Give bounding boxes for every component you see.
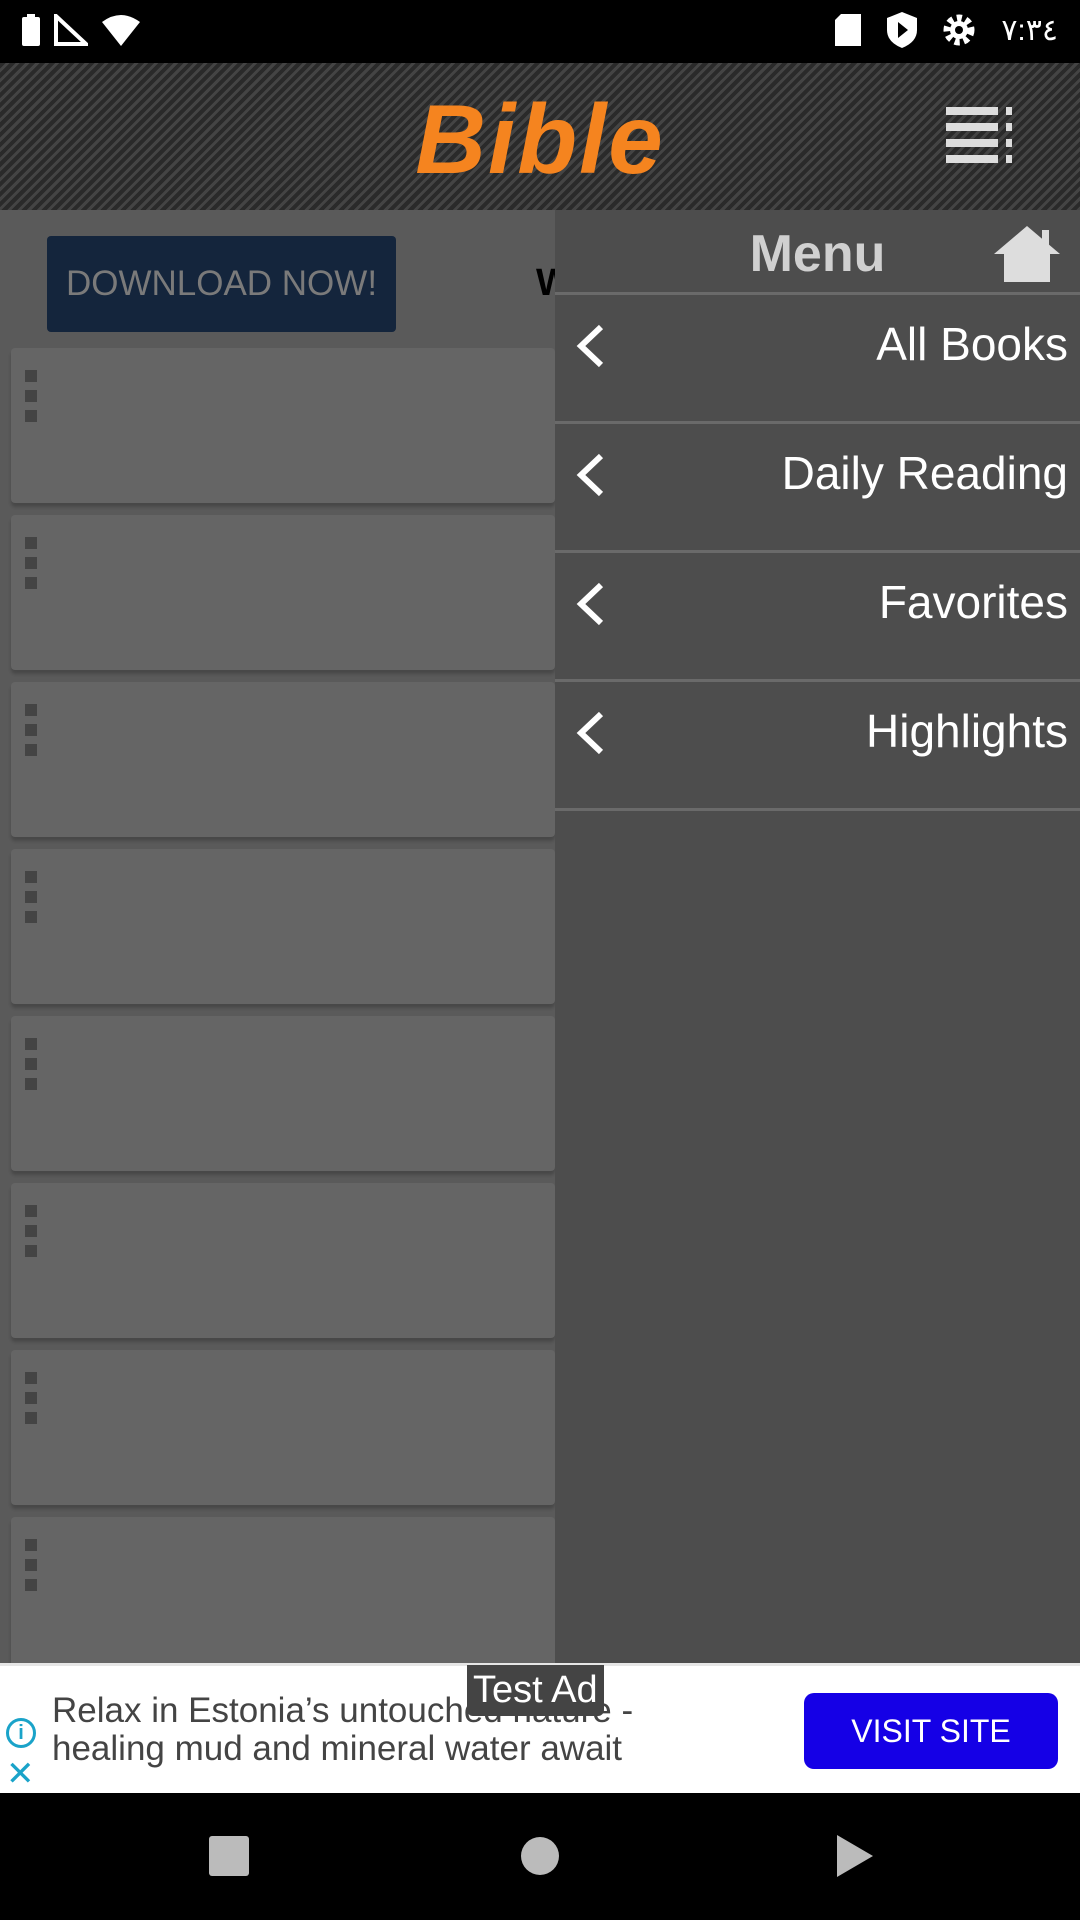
info-icon[interactable]: i bbox=[6, 1718, 36, 1748]
list-card[interactable] bbox=[11, 348, 555, 503]
shield-play-icon bbox=[887, 12, 918, 48]
download-now-button[interactable]: DOWNLOAD NOW! bbox=[47, 236, 396, 332]
back-icon[interactable] bbox=[835, 1833, 875, 1879]
more-vert-icon[interactable] bbox=[25, 704, 38, 764]
list-card[interactable] bbox=[11, 1183, 555, 1338]
ad-banner[interactable]: i ✕ Relax in Estonia’s untouched nature … bbox=[0, 1663, 1080, 1793]
home-circle-icon[interactable] bbox=[520, 1836, 560, 1876]
list-card[interactable] bbox=[11, 849, 555, 1004]
chevron-left-icon bbox=[576, 582, 604, 626]
drawer-item-label: All Books bbox=[876, 318, 1068, 370]
list-card[interactable] bbox=[11, 682, 555, 837]
settings-icon bbox=[943, 14, 975, 46]
list-card[interactable] bbox=[11, 1016, 555, 1171]
sd-card-icon bbox=[835, 14, 862, 46]
list-menu-icon[interactable] bbox=[946, 105, 1016, 165]
chevron-left-icon bbox=[576, 324, 604, 368]
drawer-header: Menu bbox=[555, 210, 1080, 295]
list-card[interactable] bbox=[11, 1517, 555, 1672]
more-vert-icon[interactable] bbox=[25, 1372, 38, 1432]
recents-icon[interactable] bbox=[209, 1836, 249, 1876]
test-ad-badge: Test Ad bbox=[467, 1665, 604, 1716]
drawer-item-highlights[interactable]: Highlights bbox=[555, 682, 1080, 811]
app-header: Bible bbox=[0, 63, 1080, 210]
more-vert-icon[interactable] bbox=[25, 1539, 38, 1599]
drawer-item-label: Favorites bbox=[878, 576, 1068, 628]
signal-icon bbox=[54, 14, 88, 46]
drawer-item-daily-reading[interactable]: Daily Reading bbox=[555, 424, 1080, 553]
list-card[interactable] bbox=[11, 1350, 555, 1505]
drawer-item-favorites[interactable]: Favorites bbox=[555, 553, 1080, 682]
more-vert-icon[interactable] bbox=[25, 537, 38, 597]
more-vert-icon[interactable] bbox=[25, 871, 38, 931]
chevron-left-icon bbox=[576, 453, 604, 497]
home-icon[interactable] bbox=[992, 224, 1062, 282]
drawer-item-label: Daily Reading bbox=[781, 447, 1068, 499]
app-title: Bible bbox=[415, 84, 665, 194]
more-vert-icon[interactable] bbox=[25, 370, 38, 430]
more-vert-icon[interactable] bbox=[25, 1205, 38, 1265]
status-bar: ٧:٣٤ bbox=[0, 0, 1080, 63]
navigation-bar bbox=[0, 1793, 1080, 1920]
drawer-item-all-books[interactable]: All Books bbox=[555, 295, 1080, 424]
chevron-left-icon bbox=[576, 711, 604, 755]
more-vert-icon[interactable] bbox=[25, 1038, 38, 1098]
drawer-item-label: Highlights bbox=[866, 705, 1068, 757]
visit-site-button[interactable]: VISIT SITE bbox=[804, 1693, 1058, 1769]
clock: ٧:٣٤ bbox=[1001, 13, 1058, 47]
close-icon[interactable]: ✕ bbox=[6, 1754, 35, 1794]
navigation-drawer: Menu All Books Daily Reading Favorites H… bbox=[555, 210, 1080, 1663]
wifi-icon bbox=[102, 15, 140, 46]
battery-icon bbox=[22, 14, 40, 46]
list-card[interactable] bbox=[11, 515, 555, 670]
